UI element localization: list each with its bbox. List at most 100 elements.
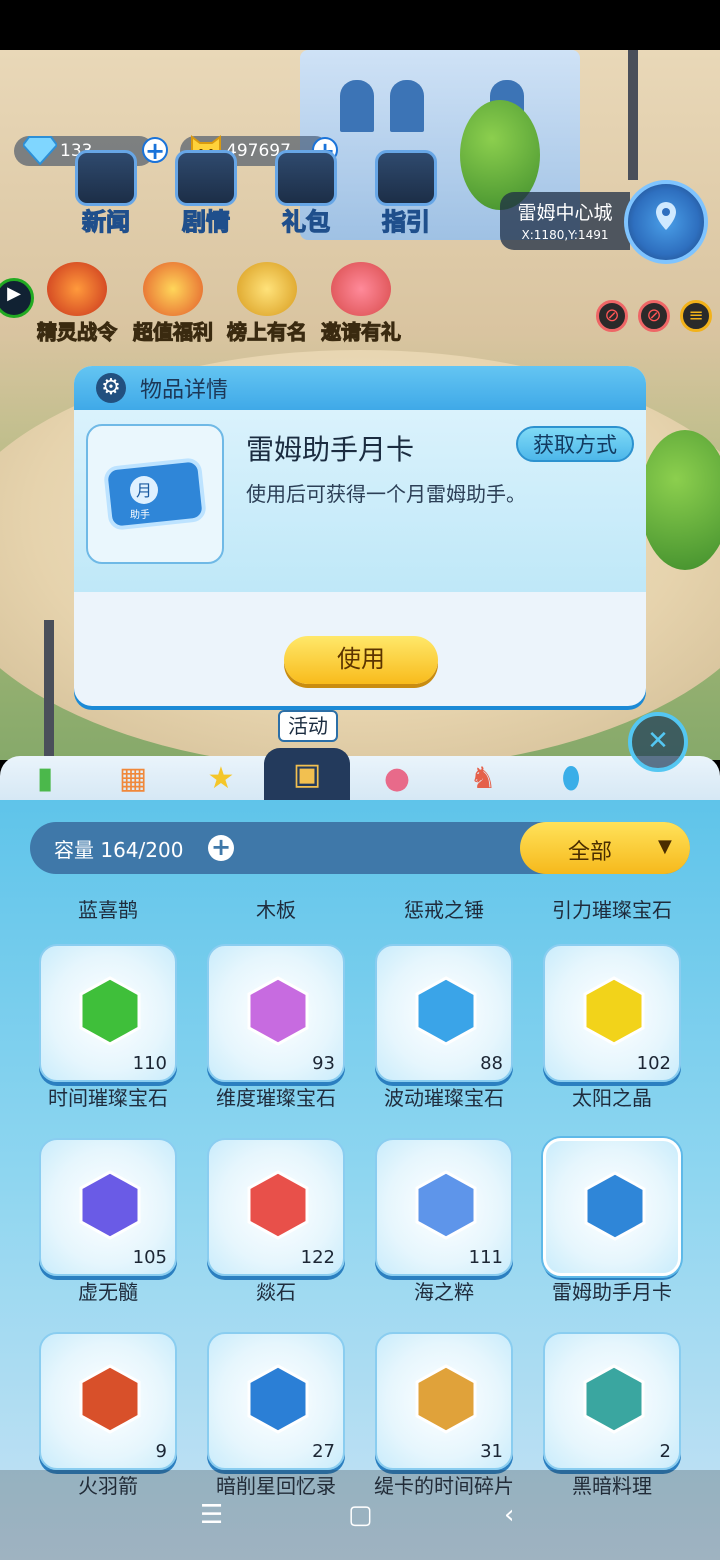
menu-toggle-icon[interactable]: ≡ [680,300,712,332]
egg-icon: ⬮ [561,760,581,796]
gift-pack-label: 礼包 [281,207,330,236]
menu-nav-icon[interactable]: ☰ [200,1500,223,1530]
item-count: 31 [480,1441,503,1462]
item-label: 蓝喜鹊 [78,898,138,922]
item-icon-shape [247,976,309,1046]
item-label-top: 惩戒之锤 [360,894,528,926]
item-slot[interactable]: 88 [375,944,513,1082]
card-sub: 助手 [130,508,150,521]
gift-box-icon [143,262,203,316]
location-coord: X:1180,Y:1491 [521,228,609,242]
spirit-pass-label: 精灵战令 [37,320,118,345]
item-label: 燚石 [256,1280,296,1304]
item-detail-dialog: ⚙ 物品详情 月 助手 雷姆助手月卡 使用后可获得一个月雷姆助手。 获取方式 使… [74,366,646,706]
invite-button[interactable]: 邀请有礼 [306,262,416,345]
item-slot[interactable]: 102 [543,944,681,1082]
story-label: 剧情 [181,207,230,236]
news-icon [75,150,137,206]
tab-egg[interactable]: ⬮ [528,756,614,800]
window [390,80,424,132]
blocks-icon: ▦ [118,760,148,796]
item-icon-shape [415,976,477,1046]
news-button[interactable]: 新闻 [58,150,154,240]
category-tabbar: ▮ ▦ ★ ▣ ● ♞ ⬮ [0,748,720,800]
story-button[interactable]: 剧情 [158,150,254,240]
item-label: 太阳之晶 [572,1086,652,1110]
item-count: 111 [468,1247,503,1268]
inventory-item[interactable]: 110 时间璀璨宝石 [24,938,192,1114]
item-icon [583,1364,645,1434]
item-label-top: 引力璀璨宝石 [528,894,696,926]
map-button[interactable] [624,180,708,264]
system-nav-bar: ☰ ▢ ‹ [0,1470,720,1560]
item-count: 102 [636,1053,671,1074]
item-icon-shape [247,1170,309,1240]
tab-dress[interactable]: ● [354,756,440,800]
inventory-item[interactable]: 105 虚无髓 [24,1132,192,1308]
spirit-pass-button[interactable]: 精灵战令 [22,262,132,345]
caret-down-icon: ▼ [658,836,672,857]
diamond-icon [20,130,60,170]
item-label: 时间璀璨宝石 [48,1086,168,1110]
item-icon-shape [583,1364,645,1434]
inventory-item[interactable]: 88 波动璀璨宝石 [360,938,528,1114]
inventory-item[interactable]: 102 太阳之晶 [528,938,696,1114]
location-name: 雷姆中心城 [517,202,613,224]
dialog-body: 月 助手 雷姆助手月卡 使用后可获得一个月雷姆助手。 获取方式 [74,410,646,592]
item-count: 122 [300,1247,335,1268]
item-count: 9 [155,1441,167,1462]
item-label-top: 木板 [192,894,360,926]
item-icon [247,1364,309,1434]
tab-blocks[interactable]: ▦ [90,756,176,800]
tab-battery[interactable]: ▮ [2,756,88,800]
item-slot[interactable]: 111 [375,1138,513,1276]
item-slot[interactable]: 9 [39,1332,177,1470]
use-button[interactable]: 使用 [284,636,438,684]
inventory-item[interactable]: 雷姆助手月卡 [528,1132,696,1308]
guide-icon [375,150,437,206]
item-slot[interactable]: 105 [39,1138,177,1276]
item-icon-shape [415,1364,477,1434]
back-nav-icon[interactable]: ‹ [504,1500,514,1530]
item-icon [415,976,477,1046]
home-nav-icon[interactable]: ▢ [348,1500,373,1530]
item-slot[interactable]: 122 [207,1138,345,1276]
item-label: 惩戒之锤 [404,898,484,922]
tab-star-wand[interactable]: ★ [178,756,264,800]
item-slot[interactable]: 93 [207,944,345,1082]
gift-pack-icon [275,150,337,206]
inventory-item[interactable]: 122 燚石 [192,1132,360,1308]
item-slot[interactable]: 31 [375,1332,513,1470]
star-wand-icon: ★ [207,760,235,796]
item-icon [415,1364,477,1434]
item-slot[interactable] [543,1138,681,1276]
inventory-item[interactable]: 111 海之粹 [360,1132,528,1308]
item-label: 波动璀璨宝石 [384,1086,504,1110]
inventory-item[interactable]: 93 维度璀璨宝石 [192,938,360,1114]
close-icon[interactable]: ✕ [628,712,688,772]
no-effects-icon[interactable]: ⊘ [638,300,670,332]
obtain-method-button[interactable]: 获取方式 [516,426,634,462]
item-name: 雷姆助手月卡 [246,433,415,466]
guide-button[interactable]: 指引 [358,150,454,240]
item-icon-shape [247,1364,309,1434]
tab-tooltip: 活动 [278,710,338,742]
gift-pack-button[interactable]: 礼包 [258,150,354,240]
status-bar [0,0,720,50]
month-card-icon: 月 助手 [104,458,206,530]
item-icon [415,1170,477,1240]
item-label: 海之粹 [414,1280,474,1304]
filter-dropdown[interactable]: 全部 ▼ [520,822,690,874]
tab-rocking-horse[interactable]: ♞ [440,756,526,800]
item-icon [247,976,309,1046]
item-slot[interactable]: 110 [39,944,177,1082]
expand-capacity-button[interactable]: + [208,835,234,861]
tab-activity[interactable]: ▣ [264,748,350,800]
trophy-icon [237,262,297,316]
no-sound-icon[interactable]: ⊘ [596,300,628,332]
item-slot[interactable]: 27 [207,1332,345,1470]
invite-letter-icon [331,262,391,316]
item-description: 使用后可获得一个月雷姆助手。 [246,482,526,506]
capacity-text: 容量 164/200 [54,838,184,862]
item-slot[interactable]: 2 [543,1332,681,1470]
